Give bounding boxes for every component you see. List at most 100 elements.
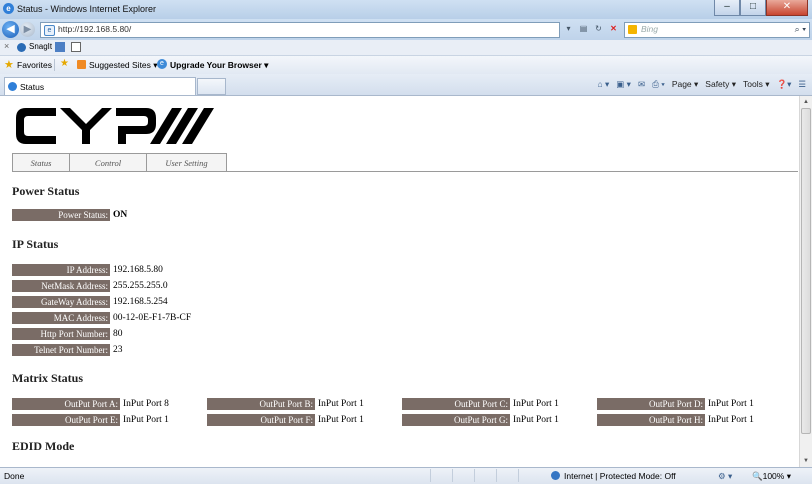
favorites-bar: ★ Favorites ★ Suggested Sites ▾ e Upgrad… [0,56,812,74]
research-icon[interactable]: ☰ [798,79,806,90]
matrix-port-f: OutPut Port F: InPut Port 1 [207,413,364,426]
matrix-status-heading: Matrix Status [12,371,83,385]
tab-status[interactable]: Status [12,153,70,172]
output-port-f-value: InPut Port 1 [318,414,364,425]
search-placeholder[interactable]: Bing [641,24,658,34]
status-cells [430,469,540,482]
snagit-icon [17,43,26,52]
favorites-star-icon[interactable]: ★ [4,58,14,71]
mac-address-label: MAC Address: [12,311,110,324]
snagit-capture-icon[interactable] [55,42,65,52]
matrix-port-g: OutPut Port G: InPut Port 1 [402,413,559,426]
scroll-thumb[interactable] [801,108,811,434]
scroll-down-icon[interactable]: ▼ [800,455,812,467]
command-bar: ⌂ ▾ ▣ ▾ ✉ ⎙ ▾ Page ▾ Safety ▾ Tools ▾ ❓▾… [598,79,806,90]
output-port-e-label: OutPut Port E: [12,413,120,426]
address-buttons: ▾ ▤ ↻ ✕ [562,22,620,36]
help-icon[interactable]: ❓▾ [777,79,792,90]
power-status-row: Power Status: ON [12,208,127,221]
ip-address-value: 192.168.5.80 [113,264,163,275]
back-button[interactable]: ◀ [2,21,19,38]
print-icon[interactable]: ⎙ ▾ [652,79,665,90]
mail-icon[interactable]: ✉ [638,79,645,90]
change-protection-icon[interactable]: ⚙ ▾ [718,471,732,482]
gateway-row: GateWay Address: 192.168.5.254 [12,295,168,308]
refresh-icon[interactable]: ↻ [592,22,605,36]
maximize-button[interactable]: □ [740,0,766,16]
safety-menu[interactable]: Safety ▾ [705,79,736,90]
matrix-port-e: OutPut Port E: InPut Port 1 [12,413,169,426]
matrix-port-a: OutPut Port A: InPut Port 8 [12,397,169,410]
tab-control[interactable]: Control [69,153,147,172]
favorites-button[interactable]: Favorites [17,60,52,70]
address-url[interactable]: http://192.168.5.80/ [58,24,131,34]
snagit-window-icon[interactable] [71,42,81,52]
gateway-value: 192.168.5.254 [113,296,168,307]
cyp-logo [16,108,214,144]
ip-address-label: IP Address: [12,263,110,276]
output-port-f-label: OutPut Port F: [207,413,315,426]
address-row: ◀ ▶ e http://192.168.5.80/ ▾ ▤ ↻ ✕ Bing … [0,19,812,40]
window-controls: – □ ✕ [714,0,808,16]
http-port-row: Http Port Number: 80 [12,327,123,340]
browser-tab-status[interactable]: Status [4,77,196,95]
close-button[interactable]: ✕ [766,0,808,16]
snagit-toolbar: × SnagIt [0,40,812,56]
tools-menu[interactable]: Tools ▾ [743,79,769,90]
page-icon: e [44,25,55,36]
ip-status-heading: IP Status [12,237,59,251]
bing-logo-icon [628,25,637,34]
tab-command-bar: Status ⌂ ▾ ▣ ▾ ✉ ⎙ ▾ Page ▾ Safety ▾ Too… [0,74,812,96]
matrix-port-h: OutPut Port H: InPut Port 1 [597,413,754,426]
power-status-value: ON [113,209,128,220]
output-port-d-value: InPut Port 1 [708,398,754,409]
window-title-bar: e Status - Windows Internet Explorer – □… [0,0,812,19]
vertical-scrollbar[interactable]: ▲ ▼ [799,96,812,467]
add-favorite-icon[interactable]: ★ [60,58,69,69]
output-port-b-label: OutPut Port B: [207,397,315,410]
ip-address-row: IP Address: 192.168.5.80 [12,263,163,276]
mac-address-value: 00-12-0E-F1-7B-CF [113,312,192,323]
window-title: Status - Windows Internet Explorer [17,4,157,14]
output-port-h-label: OutPut Port H: [597,413,705,426]
output-port-d-label: OutPut Port D: [597,397,705,410]
telnet-port-value: 23 [113,344,123,355]
status-bar: Done Internet | Protected Mode: Off ⚙ ▾ … [0,467,812,484]
search-icon[interactable]: ⌕ ▾ [795,24,806,35]
device-nav-tabs: Status Control User Setting [12,153,227,172]
tab-user-setting[interactable]: User Setting [146,153,227,172]
new-tab-button[interactable] [197,78,226,95]
telnet-port-row: Telnet Port Number: 23 [12,343,123,356]
output-port-c-value: InPut Port 1 [513,398,559,409]
search-box[interactable]: Bing ⌕ ▾ [624,22,810,38]
minimize-button[interactable]: – [714,0,740,16]
compatibility-icon[interactable]: ▤ [577,22,590,36]
home-icon[interactable]: ⌂ ▾ [598,79,610,90]
ie-logo-icon: e [3,3,14,14]
scroll-up-icon[interactable]: ▲ [800,96,812,108]
output-port-e-value: InPut Port 1 [123,414,169,425]
matrix-port-b: OutPut Port B: InPut Port 1 [207,397,364,410]
output-port-g-value: InPut Port 1 [513,414,559,425]
security-zone[interactable]: Internet | Protected Mode: Off [564,471,676,481]
divider [54,59,55,71]
output-port-c-label: OutPut Port C: [402,397,510,410]
page-menu[interactable]: Page ▾ [672,79,698,90]
feeds-icon[interactable]: ▣ ▾ [616,79,631,90]
power-status-heading: Power Status [12,184,80,198]
dropdown-icon[interactable]: ▾ [562,22,575,36]
upgrade-browser-link[interactable]: Upgrade Your Browser ▾ [170,60,268,71]
matrix-port-d: OutPut Port D: InPut Port 1 [597,397,754,410]
mac-address-row: MAC Address: 00-12-0E-F1-7B-CF [12,311,191,324]
output-port-b-value: InPut Port 1 [318,398,364,409]
netmask-value: 255.255.255.0 [113,280,168,291]
stop-icon[interactable]: ✕ [607,22,620,36]
snagit-button[interactable]: SnagIt [29,42,52,51]
close-toolbar-icon[interactable]: × [4,41,9,51]
internet-zone-icon [551,471,560,480]
forward-button[interactable]: ▶ [20,22,35,37]
suggested-sites-link[interactable]: Suggested Sites ▾ [89,60,158,71]
telnet-port-label: Telnet Port Number: [12,343,110,356]
zoom-level[interactable]: 🔍100% ▾ [752,471,791,482]
address-bar[interactable]: e http://192.168.5.80/ [40,22,560,38]
